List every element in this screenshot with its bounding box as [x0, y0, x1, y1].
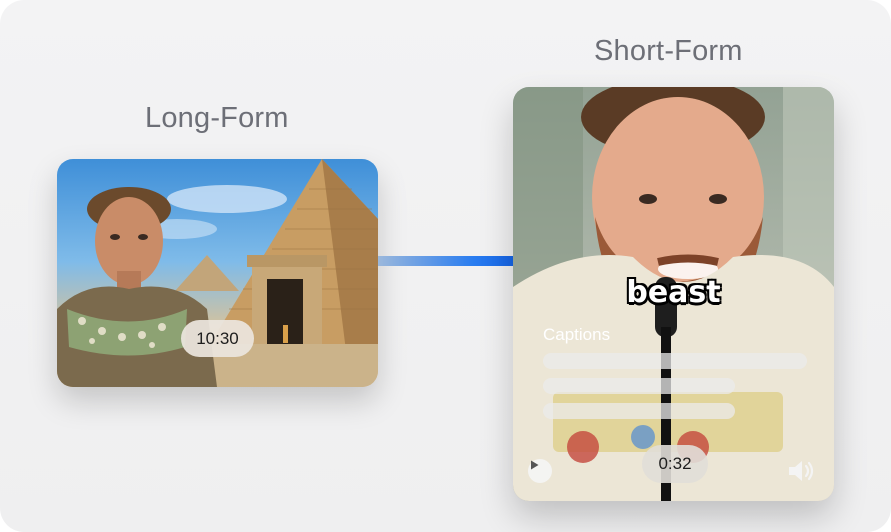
caption-line-placeholder: [543, 403, 735, 419]
caption-line-placeholder: [543, 378, 735, 394]
short-form-player[interactable]: beast Captions 0:32: [513, 87, 834, 501]
short-form-duration-badge: 0:32: [642, 445, 708, 483]
play-button[interactable]: [528, 459, 552, 483]
caption-overlay-word: beast: [626, 275, 721, 310]
volume-icon: [789, 461, 814, 481]
conversion-card: Long-Form Short-Form 10:30 beast Caption…: [0, 0, 891, 532]
long-form-label: Long-Form: [145, 102, 289, 134]
conversion-connector: [378, 256, 514, 266]
caption-line-placeholder: [543, 353, 807, 369]
volume-button[interactable]: [787, 458, 817, 484]
play-icon: [531, 460, 539, 470]
short-form-label: Short-Form: [594, 35, 743, 67]
long-form-duration-badge: 10:30: [181, 320, 254, 357]
captions-title: Captions: [543, 325, 611, 344]
